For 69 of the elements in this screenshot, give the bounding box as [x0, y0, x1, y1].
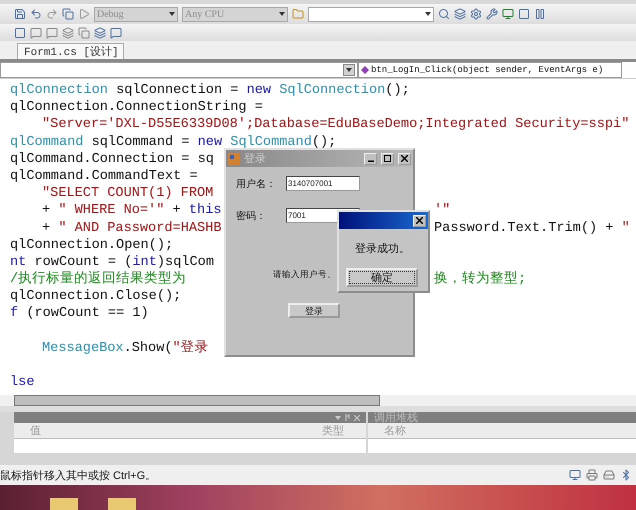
code-line: "Server='DXL-D55E6339D08';Database=EduBaseDemo;Integrated Security=sspi" — [42, 117, 630, 132]
code-line: /执行标量的返回结果类型为 — [10, 271, 186, 288]
code-line: "SELECT COUNT(1) FROM — [42, 186, 214, 202]
minimize-button[interactable] — [364, 152, 377, 164]
code-line: qlConnection sqlConnection = new SqlConnection(); — [10, 83, 410, 98]
hint-text: 请输入用户号、 — [273, 269, 336, 281]
copy-icon[interactable] — [62, 8, 74, 20]
scrollbar-thumb[interactable] — [14, 395, 380, 406]
code-line: qlConnection.Open(); — [10, 238, 174, 253]
layers-icon[interactable] — [94, 26, 106, 38]
monitor-icon[interactable] — [502, 8, 514, 20]
document-tab[interactable]: Form1.cs [设计] — [17, 43, 124, 59]
member-dropdown[interactable]: btn_LogIn_Click(object sender, EventArgs e) — [358, 62, 622, 78]
maximize-icon — [384, 155, 391, 162]
input-field[interactable]: 3140707001 — [286, 176, 360, 191]
code-fragment: 换，转为整型; — [434, 271, 526, 288]
ok-button[interactable]: 确定 — [346, 268, 418, 287]
layers-icon[interactable] — [62, 26, 74, 38]
close-icon — [416, 217, 423, 224]
status-text: 鼠标指针移入其中或按 Ctrl+G。 — [0, 468, 156, 482]
square-icon[interactable] — [14, 26, 26, 38]
maximize-button[interactable] — [381, 152, 394, 164]
printer-icon[interactable] — [586, 469, 598, 481]
search-combo[interactable] — [308, 6, 434, 22]
code-line: MessageBox.Show("登录 — [42, 340, 209, 356]
code-line: lse — [10, 375, 34, 390]
pin-icon[interactable] — [345, 414, 350, 421]
code-line: qlCommand.CommandText = — [10, 168, 198, 184]
dialog-title: 登录 — [244, 152, 266, 166]
close-icon[interactable] — [354, 414, 360, 420]
pause-icon[interactable] — [534, 8, 546, 20]
layers-icon[interactable] — [454, 8, 466, 20]
search-icon[interactable] — [438, 8, 450, 20]
close-button[interactable] — [398, 152, 411, 164]
code-line: nt rowCount = (int)sqlCom — [10, 254, 214, 270]
dropdown-icon[interactable] — [335, 416, 341, 420]
field-label: 用户名： — [236, 178, 277, 190]
close-icon — [401, 155, 408, 162]
comment-icon[interactable] — [46, 26, 58, 38]
panel-title: 调用堆栈 — [374, 411, 418, 425]
code-line: + " WHERE No='" + this — [42, 202, 222, 220]
code-line: f (rowCount == 1) — [10, 306, 149, 322]
code-fragment: '" — [434, 202, 450, 220]
login-button[interactable]: 登录 — [288, 303, 340, 318]
save-icon[interactable] — [14, 8, 26, 20]
code-line: qlCommand sqlCommand = new SqlCommand(); — [10, 134, 336, 150]
undo-icon[interactable] — [30, 8, 42, 20]
code-line: + " AND Password=HASHB — [42, 220, 222, 237]
play-icon[interactable] — [78, 8, 90, 20]
field-label: 密码： — [236, 210, 267, 222]
redo-icon[interactable] — [46, 8, 58, 20]
copy-icon[interactable] — [78, 26, 90, 38]
comment-icon[interactable] — [30, 26, 42, 38]
code-fragment: Password.Text.Trim() + " — [434, 220, 630, 237]
app-icon — [228, 152, 240, 164]
square-icon[interactable] — [518, 8, 530, 20]
comment-icon[interactable] — [110, 26, 122, 38]
close-button[interactable] — [413, 214, 426, 226]
wrench-icon[interactable] — [486, 8, 498, 20]
code-line: qlCommand.Connection = sq — [10, 152, 214, 167]
drive-icon[interactable] — [603, 469, 615, 481]
member-name: btn_LogIn_Click(object sender, EventArgs e) — [371, 65, 604, 75]
settings-icon[interactable] — [470, 8, 482, 20]
method-icon — [361, 66, 369, 74]
code-line: qlConnection.ConnectionString = — [10, 100, 263, 116]
bluetooth-icon[interactable] — [620, 469, 632, 481]
message-text: 登录成功。 — [355, 242, 410, 256]
code-line: qlConnection.Close(); — [10, 289, 182, 304]
monitor-icon[interactable] — [569, 469, 581, 481]
